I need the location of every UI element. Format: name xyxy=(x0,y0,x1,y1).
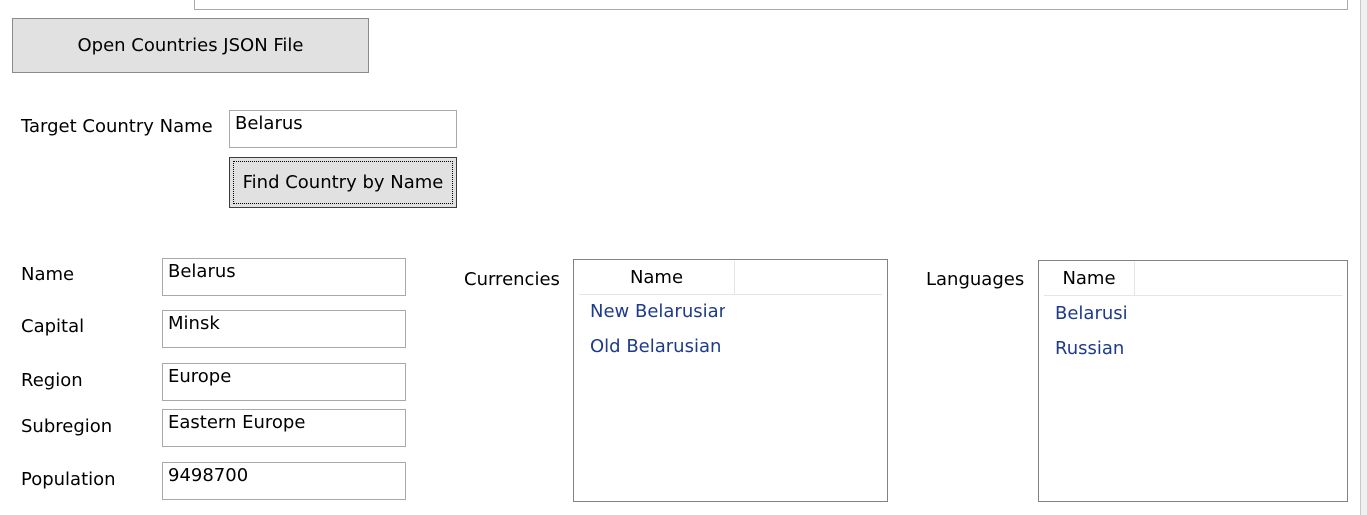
languages-name-column-header[interactable]: Name xyxy=(1044,262,1134,295)
target-country-input[interactable]: Belarus xyxy=(229,110,457,148)
population-label: Population xyxy=(21,469,116,490)
column-divider[interactable] xyxy=(1134,262,1135,295)
language-list-item[interactable]: Belarusi xyxy=(1055,303,1130,324)
subregion-label: Subregion xyxy=(21,416,113,437)
currencies-name-column-header[interactable]: Name xyxy=(579,261,734,294)
currencies-label: Currencies xyxy=(464,269,560,290)
capital-label: Capital xyxy=(21,316,85,337)
column-divider[interactable] xyxy=(734,261,735,294)
name-label: Name xyxy=(21,264,75,285)
currency-list-item[interactable]: New Belarusian xyxy=(590,301,725,322)
language-list-item[interactable]: Russian xyxy=(1055,338,1130,359)
region-label: Region xyxy=(21,370,83,391)
find-country-button[interactable]: Find Country by Name xyxy=(229,157,457,208)
region-field[interactable]: Europe xyxy=(162,363,406,401)
population-field[interactable]: 9498700 xyxy=(162,462,406,500)
currencies-list[interactable]: Name New Belarusian Old Belarusian xyxy=(573,259,888,502)
name-field[interactable]: Belarus xyxy=(162,258,406,296)
target-country-label: Target Country Name xyxy=(21,116,213,137)
window-scrollbar[interactable] xyxy=(1360,0,1367,515)
open-countries-json-label: Open Countries JSON File xyxy=(77,35,304,56)
languages-list[interactable]: Name Belarusi Russian xyxy=(1038,260,1348,502)
languages-label: Languages xyxy=(926,269,1025,290)
subregion-field[interactable]: Eastern Europe xyxy=(162,409,406,447)
open-countries-json-button[interactable]: Open Countries JSON File xyxy=(12,18,369,73)
currencies-list-header: Name xyxy=(579,261,882,295)
countries-list-box[interactable] xyxy=(194,0,1348,10)
capital-field[interactable]: Minsk xyxy=(162,310,406,348)
currency-list-item[interactable]: Old Belarusian xyxy=(590,336,725,357)
languages-list-header: Name xyxy=(1044,262,1342,296)
find-country-label: Find Country by Name xyxy=(242,172,444,193)
